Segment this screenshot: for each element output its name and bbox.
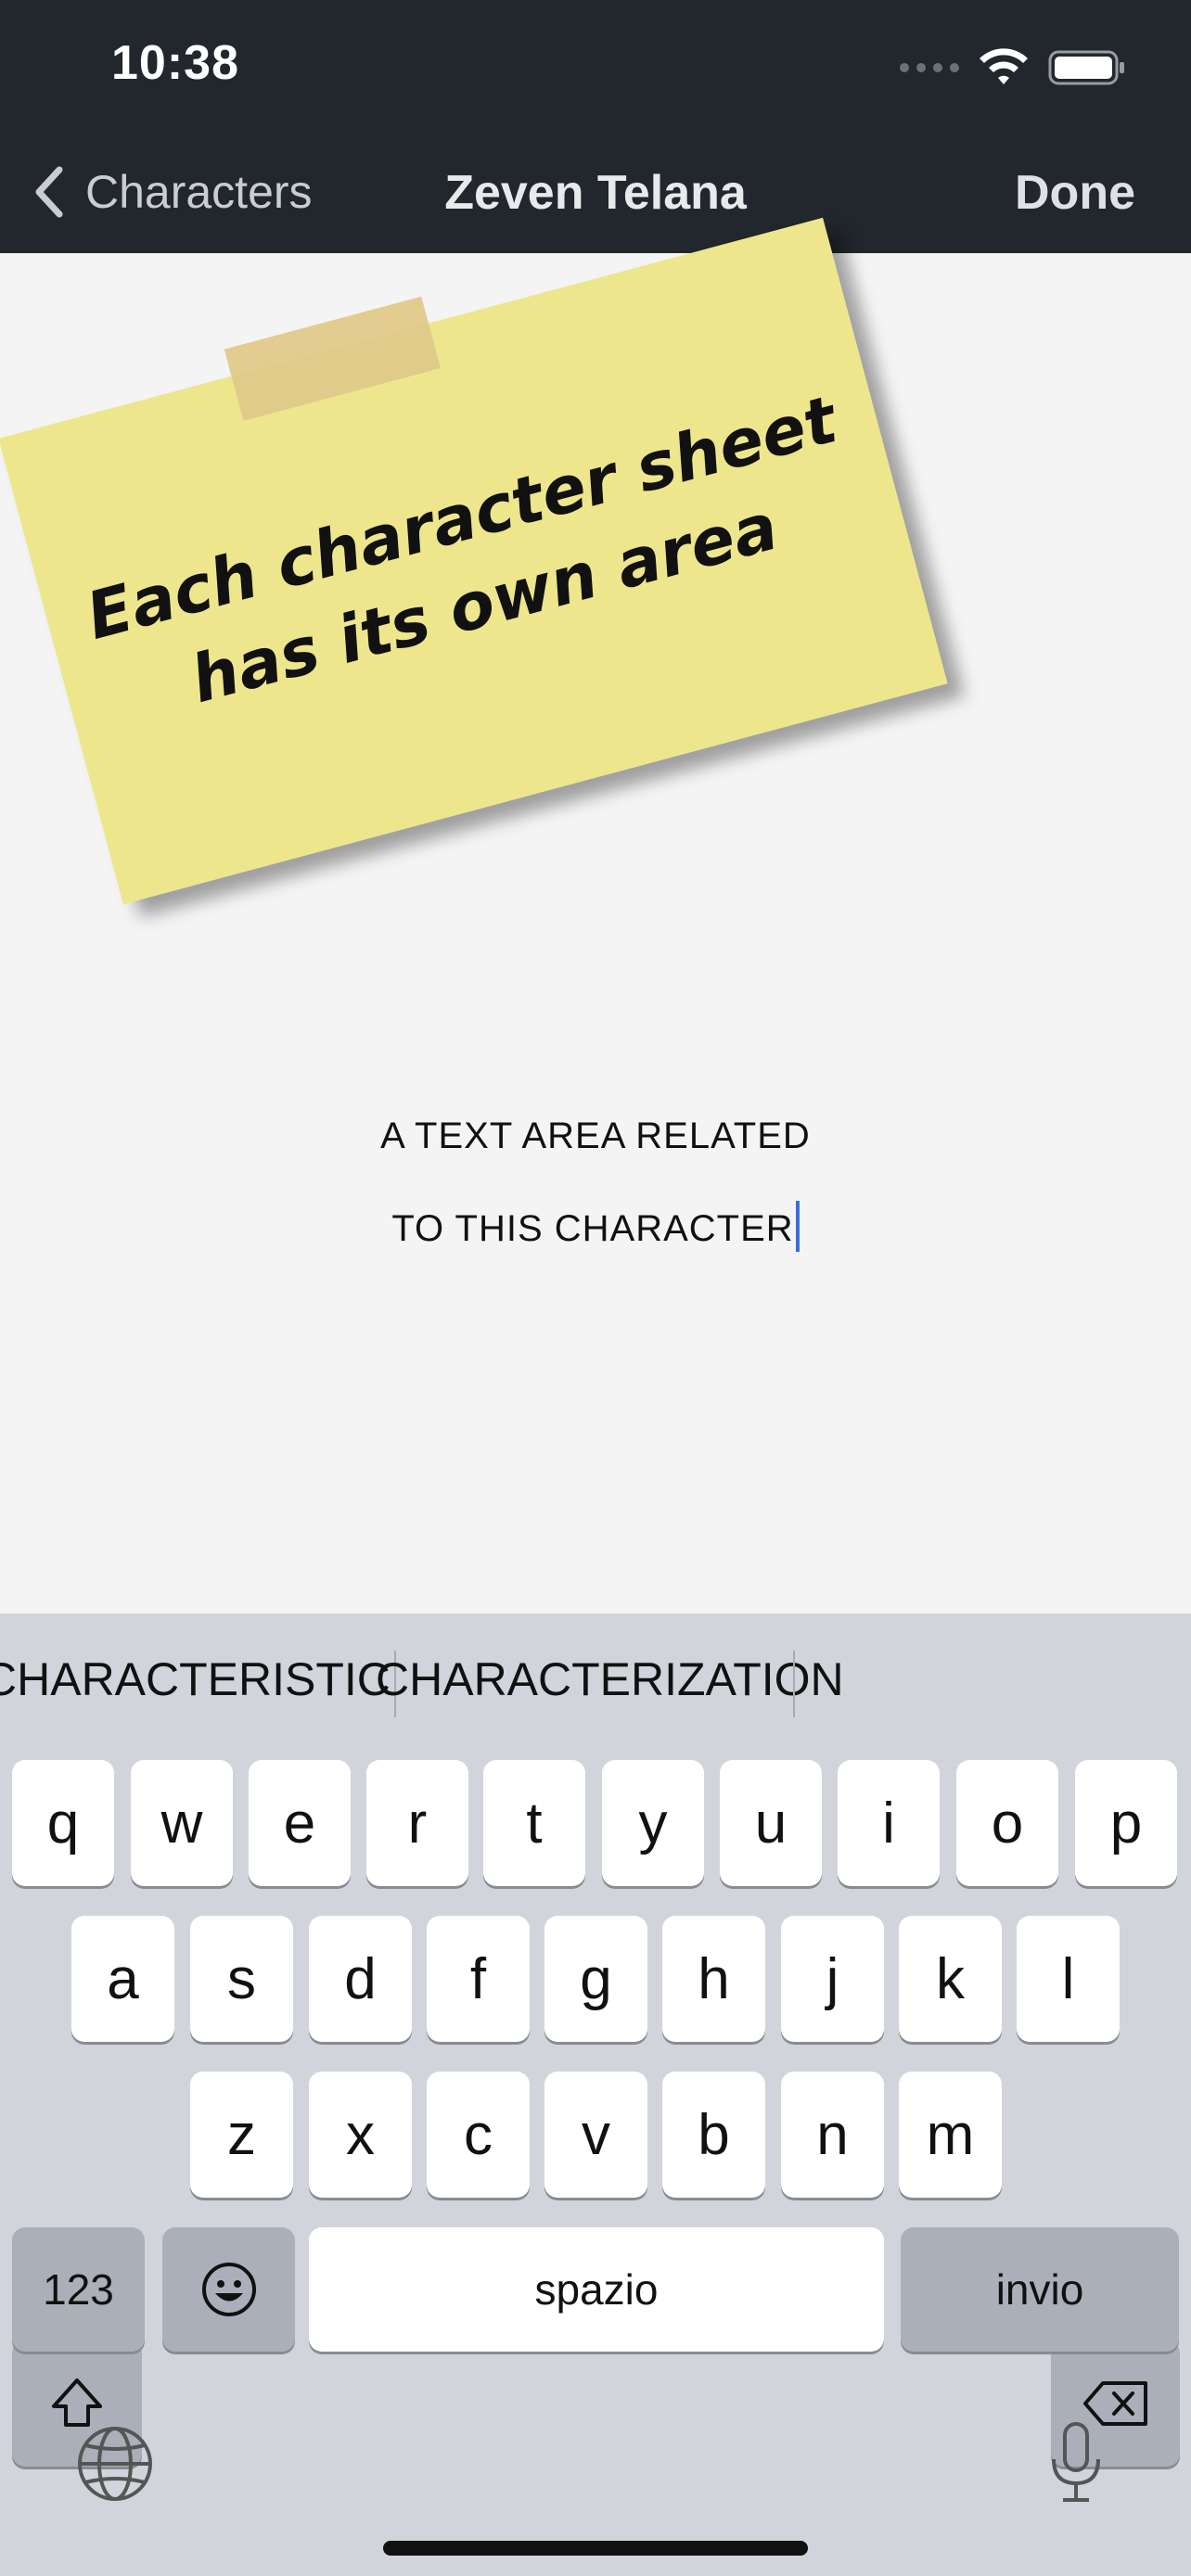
suggestion-divider: [793, 1651, 795, 1717]
key-x[interactable]: x: [309, 2072, 412, 2198]
emoji-key[interactable]: [162, 2227, 295, 2352]
wifi-icon: [980, 48, 1028, 84]
text-cursor: [795, 1201, 800, 1252]
sticky-note: Each character sheet has its own area: [0, 217, 948, 905]
key-u[interactable]: u: [720, 1760, 822, 1886]
key-t[interactable]: t: [483, 1760, 585, 1886]
key-w[interactable]: w: [131, 1760, 233, 1886]
key-k[interactable]: k: [899, 1916, 1002, 2042]
keyboard: CHARACTERISTIC CHARACTERIZATION 123 spaz…: [0, 1613, 1191, 2576]
space-key[interactable]: spazio: [309, 2227, 884, 2352]
key-f[interactable]: f: [427, 1916, 530, 2042]
key-r[interactable]: r: [366, 1760, 468, 1886]
text-line-2: TO THIS CHARACTER: [0, 1196, 1191, 1289]
return-key[interactable]: invio: [901, 2227, 1179, 2352]
microphone-icon[interactable]: [1046, 2420, 1106, 2506]
key-h[interactable]: h: [662, 1916, 765, 2042]
suggestion-bar: CHARACTERISTIC CHARACTERIZATION: [0, 1613, 1191, 1753]
suggestion-2[interactable]: CHARACTERIZATION: [376, 1652, 844, 1706]
key-p[interactable]: p: [1075, 1760, 1177, 1886]
status-time: 10:38: [111, 36, 239, 90]
suggestion-1[interactable]: CHARACTERISTIC: [0, 1652, 391, 1706]
key-e[interactable]: e: [249, 1760, 351, 1886]
key-g[interactable]: g: [544, 1916, 647, 2042]
key-n[interactable]: n: [781, 2072, 884, 2198]
text-line-2-content: TO THIS CHARACTER: [391, 1208, 794, 1249]
done-button[interactable]: Done: [1015, 165, 1135, 221]
globe-icon[interactable]: [76, 2425, 154, 2503]
key-l[interactable]: l: [1017, 1916, 1120, 2042]
key-s[interactable]: s: [190, 1916, 293, 2042]
key-a[interactable]: a: [71, 1916, 174, 2042]
key-i[interactable]: i: [838, 1760, 940, 1886]
page-title: Zeven Telana: [444, 166, 747, 220]
home-indicator: [383, 2541, 808, 2556]
text-line-1: A TEXT AREA RELATED: [380, 1116, 811, 1156]
key-v[interactable]: v: [544, 2072, 647, 2198]
character-text-area[interactable]: A TEXT AREA RELATED TO THIS CHARACTER: [0, 1103, 1191, 1289]
key-o[interactable]: o: [956, 1760, 1058, 1886]
key-j[interactable]: j: [781, 1916, 884, 2042]
key-m[interactable]: m: [899, 2072, 1002, 2198]
cellular-signal-icon: [900, 63, 959, 72]
key-q[interactable]: q: [12, 1760, 114, 1886]
numbers-key[interactable]: 123: [12, 2227, 145, 2352]
key-c[interactable]: c: [427, 2072, 530, 2198]
battery-icon: [1048, 50, 1124, 85]
key-z[interactable]: z: [190, 2072, 293, 2198]
emoji-icon: [201, 2263, 256, 2316]
navigation-bar: 10:38 Characters Zeven Telana Done: [0, 0, 1191, 253]
key-b[interactable]: b: [662, 2072, 765, 2198]
key-d[interactable]: d: [309, 1916, 412, 2042]
status-icons: [900, 42, 1126, 94]
key-y[interactable]: y: [602, 1760, 704, 1886]
